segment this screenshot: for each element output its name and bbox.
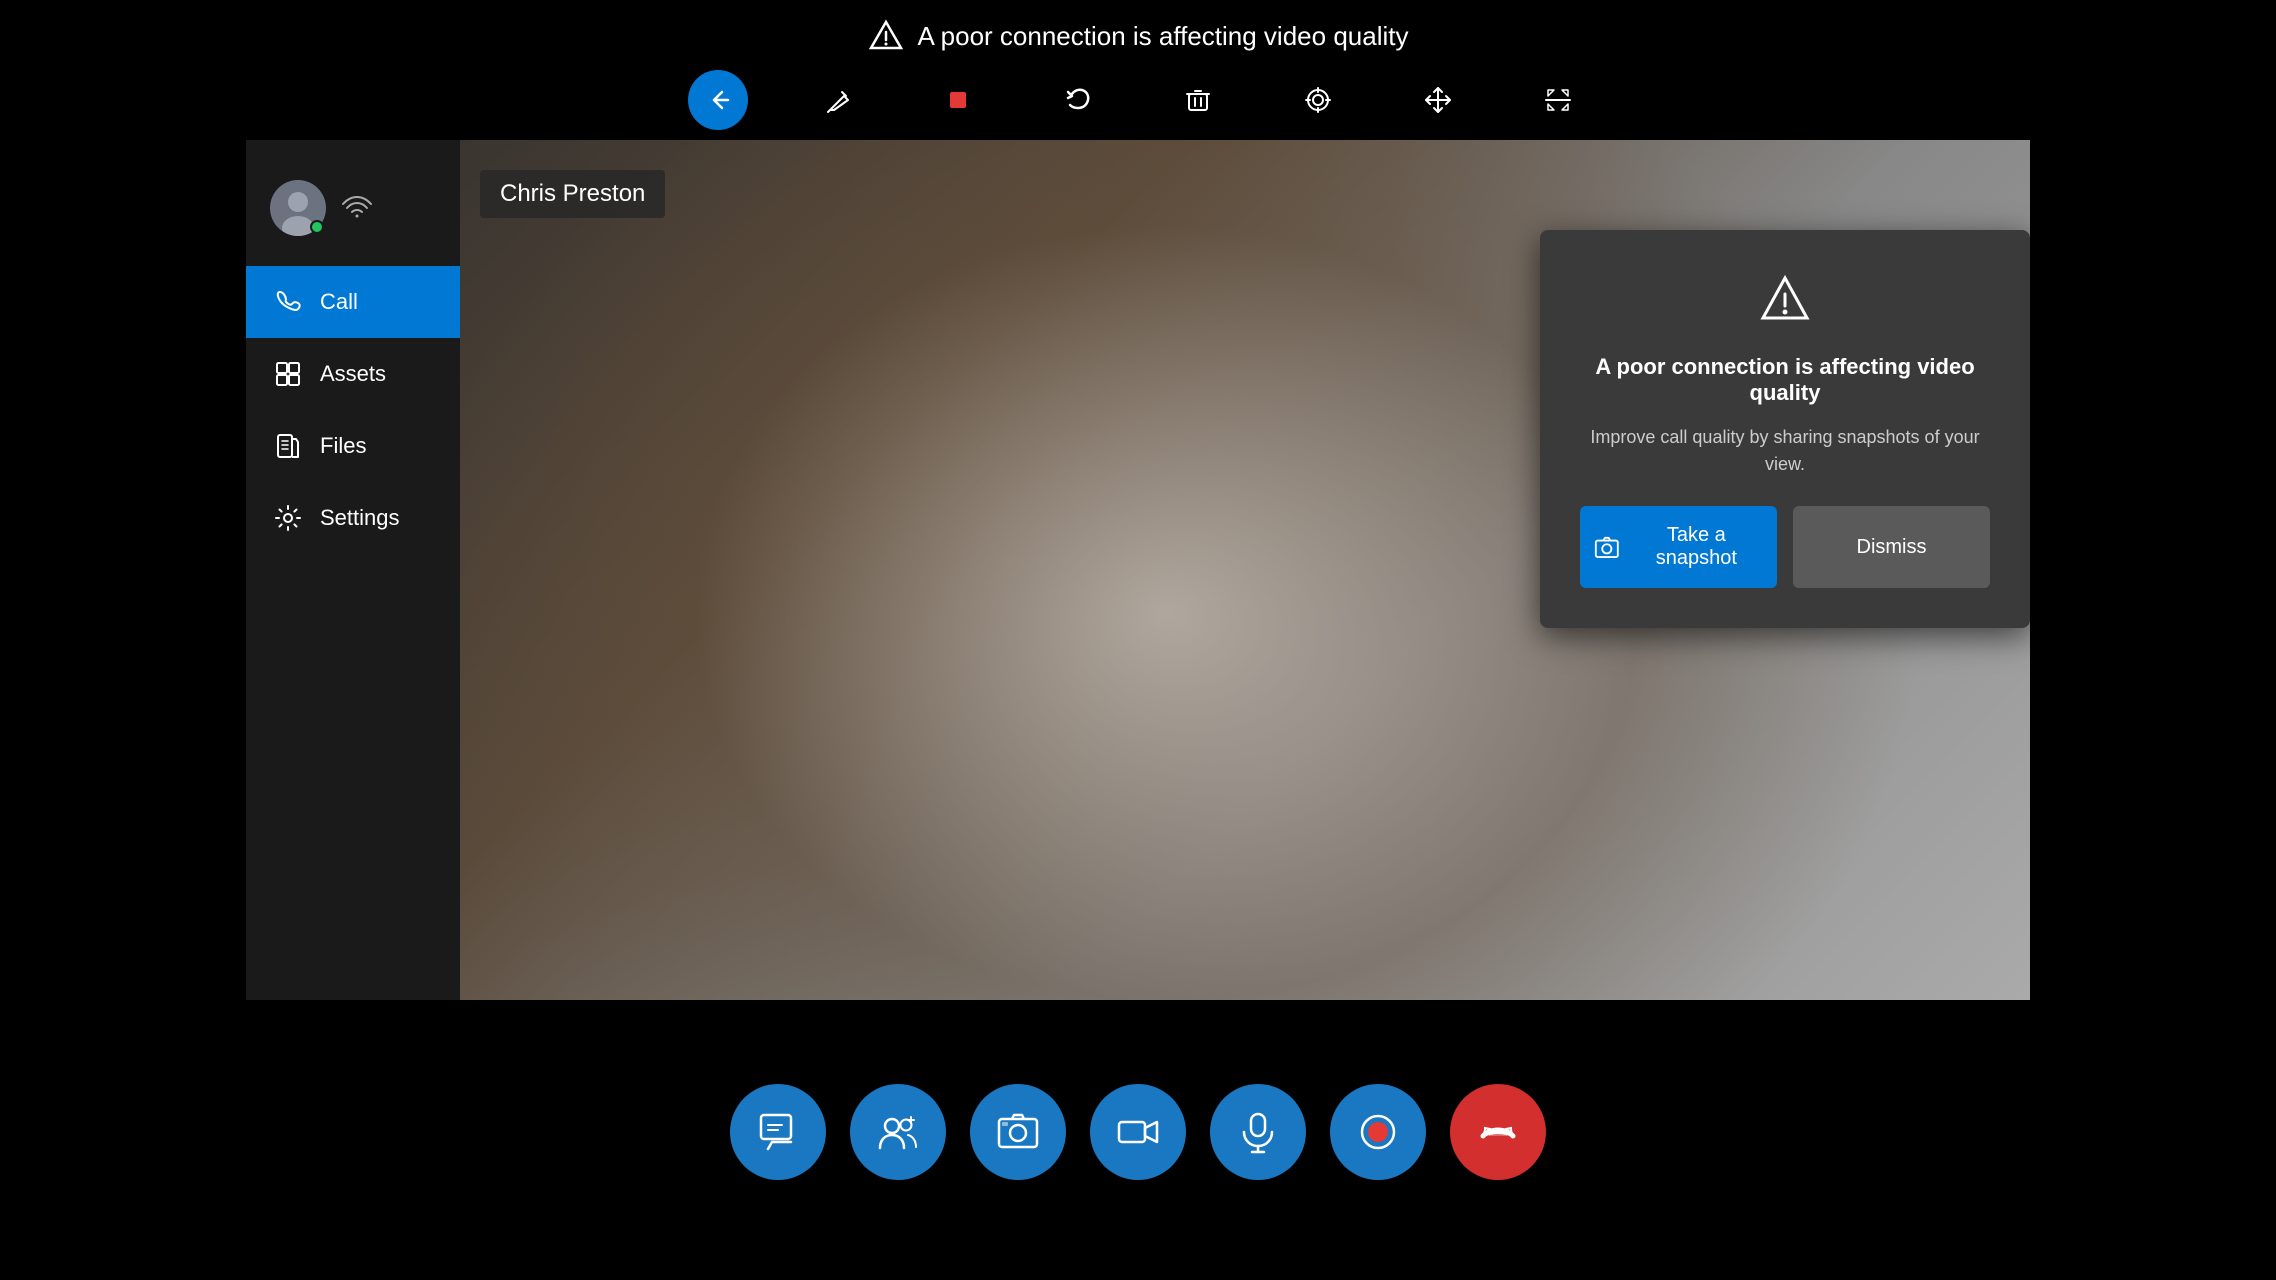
screenshot-button[interactable] [970, 1084, 1066, 1180]
annotate-button[interactable] [808, 70, 868, 130]
target-button[interactable] [1288, 70, 1348, 130]
alert-title: A poor connection is affecting video qua… [1580, 354, 1990, 406]
video-button[interactable] [1090, 1084, 1186, 1180]
online-indicator [310, 220, 324, 234]
video-area: Chris Preston A poor connection is affec… [460, 140, 2030, 1000]
warning-icon [868, 18, 904, 54]
settings-icon [274, 504, 302, 532]
alert-popup: A poor connection is affecting video qua… [1540, 230, 2030, 628]
top-toolbar [688, 60, 1588, 140]
bottom-controls [730, 1084, 1546, 1180]
snapshot-button[interactable]: Take a snapshot [1580, 506, 1777, 588]
chat-icon [756, 1110, 800, 1154]
sidebar-item-settings[interactable]: Settings [246, 482, 460, 554]
assets-label: Assets [320, 361, 386, 387]
snapshot-button-label: Take a snapshot [1630, 524, 1763, 570]
assets-icon [274, 360, 302, 388]
end-call-button[interactable] [1450, 1084, 1546, 1180]
settings-label: Settings [320, 505, 400, 531]
alert-popup-icon [1755, 270, 1815, 330]
participants-icon [876, 1110, 920, 1154]
dismiss-button-label: Dismiss [1857, 536, 1927, 558]
delete-button[interactable] [1168, 70, 1228, 130]
video-icon [1116, 1110, 1160, 1154]
main-area: Call Assets [246, 140, 2030, 1000]
files-label: Files [320, 433, 366, 459]
chat-button[interactable] [730, 1084, 826, 1180]
sidebar: Call Assets [246, 140, 460, 1000]
call-label: Call [320, 289, 358, 315]
screenshot-icon [996, 1110, 1040, 1154]
back-button[interactable] [688, 70, 748, 130]
sidebar-header [246, 160, 460, 266]
sidebar-item-call[interactable]: Call [246, 266, 460, 338]
record-button[interactable] [1330, 1084, 1426, 1180]
files-icon [274, 432, 302, 460]
alert-subtitle: Improve call quality by sharing snapshot… [1580, 424, 1990, 478]
connection-icon [342, 196, 372, 220]
avatar [270, 180, 326, 236]
mute-button[interactable] [1210, 1084, 1306, 1180]
caller-name-tag: Chris Preston [480, 170, 665, 218]
caller-name: Chris Preston [500, 180, 645, 207]
fit-button[interactable] [1528, 70, 1588, 130]
top-warning-text: A poor connection is affecting video qua… [918, 21, 1409, 52]
undo-button[interactable] [1048, 70, 1108, 130]
alert-buttons: Take a snapshot Dismiss [1580, 506, 1990, 588]
participants-button[interactable] [850, 1084, 946, 1180]
sidebar-item-assets[interactable]: Assets [246, 338, 460, 410]
sidebar-item-files[interactable]: Files [246, 410, 460, 482]
stop-record-button[interactable] [928, 70, 988, 130]
call-icon [274, 288, 302, 316]
move-button[interactable] [1408, 70, 1468, 130]
dismiss-button[interactable]: Dismiss [1793, 506, 1990, 588]
microphone-icon [1236, 1110, 1280, 1154]
record-icon [1356, 1110, 1400, 1154]
end-call-icon [1476, 1110, 1520, 1154]
sidebar-nav: Call Assets [246, 266, 460, 554]
snapshot-icon [1594, 533, 1620, 561]
